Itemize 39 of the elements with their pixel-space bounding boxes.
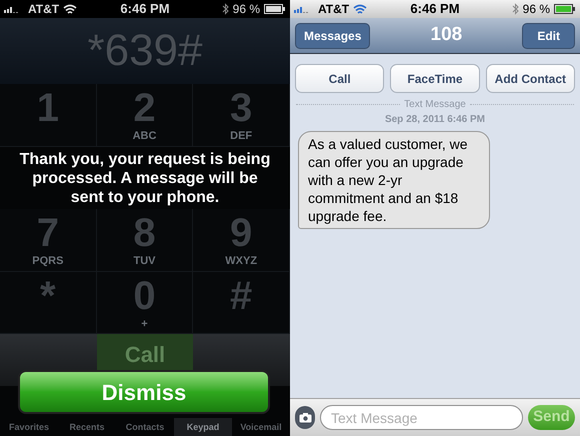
camera-icon — [298, 412, 312, 422]
message-input[interactable]: Text Message — [320, 405, 524, 430]
keypad-key[interactable]: 7 PQRS — [0, 209, 97, 272]
keypad-key[interactable]: 8 TUV — [96, 209, 194, 272]
battery-icon — [264, 4, 286, 14]
message-type-label: Text Message — [404, 98, 466, 112]
tab[interactable]: Favorites — [0, 418, 58, 436]
action-button[interactable]: Add Contact — [486, 64, 575, 93]
back-button[interactable]: Messages — [295, 22, 370, 48]
edit-button[interactable]: Edit — [522, 22, 575, 48]
carrier-name: AT&T — [28, 1, 60, 18]
timestamp: Sep 28, 2011 6:46 PM — [384, 113, 486, 127]
keypad-key[interactable]: 0 + — [96, 272, 194, 334]
action-button[interactable]: FaceTime — [390, 64, 480, 93]
alert-message: Thank you, your request is being processed. A message will be sent to your phone. — [18, 150, 272, 208]
battery-percent: 96 % — [522, 1, 550, 18]
keypad-key[interactable]: 9 WXYZ — [193, 209, 290, 272]
tab[interactable]: Recents — [58, 418, 116, 436]
clock: 6:46 PM — [409, 0, 461, 18]
keypad-key[interactable]: 2 ABC — [96, 84, 194, 146]
clock: 6:46 PM — [119, 0, 171, 18]
bluetooth-icon — [512, 3, 519, 15]
dialed-number: *639# — [87, 25, 202, 77]
battery-icon — [554, 4, 576, 14]
bluetooth-icon — [222, 3, 229, 15]
action-button[interactable]: Call — [295, 64, 384, 93]
keypad-key[interactable]: 3 DEF — [193, 84, 290, 146]
conversation-title: 108 — [430, 23, 464, 48]
wifi-icon — [63, 4, 78, 14]
message-bubble: As a valued customer, we can offer you an upgrade with a new 2-yr commitment and an $18 upgrade fee. — [298, 131, 490, 229]
call-button[interactable]: Call — [97, 334, 193, 370]
tab[interactable]: Voicemail — [232, 418, 290, 436]
tab[interactable]: Keypad — [174, 418, 232, 436]
battery-percent: 96 % — [232, 1, 260, 18]
tab[interactable]: Contacts — [116, 418, 174, 436]
camera-button[interactable] — [295, 406, 316, 429]
dismiss-button[interactable]: Dismiss — [18, 370, 270, 414]
carrier-name: AT&T — [318, 1, 350, 18]
wifi-icon — [353, 4, 368, 14]
